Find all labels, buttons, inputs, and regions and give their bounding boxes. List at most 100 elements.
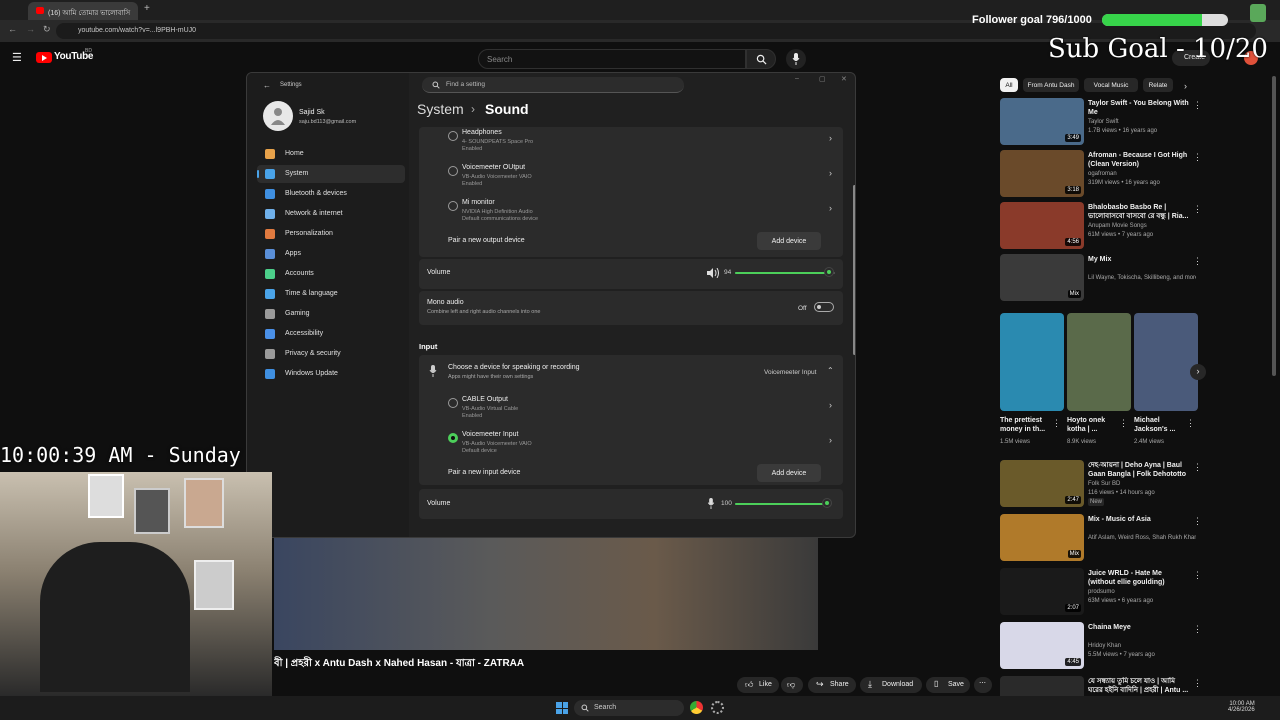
- nav-item-time-language[interactable]: Time & language: [257, 285, 405, 303]
- rec-channel[interactable]: Lil Wayne, Tokischa, Skillibeng, and mor…: [1088, 274, 1196, 282]
- rec-title[interactable]: Juice WRLD - Hate Me (without ellie goul…: [1088, 569, 1190, 587]
- output_devices-radio[interactable]: [448, 201, 458, 211]
- rec-title[interactable]: Afroman - Because I Got High (Clean Vers…: [1088, 151, 1190, 169]
- close-icon[interactable]: ✕: [841, 75, 847, 83]
- nav-item-network-internet[interactable]: Network & internet: [257, 205, 405, 223]
- more-vertical-icon[interactable]: ⋮: [1119, 418, 1128, 429]
- more-vertical-icon[interactable]: ⋮: [1193, 624, 1202, 635]
- more-vertical-icon[interactable]: ⋮: [1052, 418, 1061, 429]
- chevron-right-icon[interactable]: ›: [829, 203, 832, 213]
- more-vertical-icon[interactable]: ⋮: [1193, 204, 1202, 215]
- like-button[interactable]: 👍︎ Like: [737, 677, 779, 693]
- nav-item-accounts[interactable]: Accounts: [257, 265, 405, 283]
- rec-title[interactable]: Bhalobasbo Basbo Re | ভালোবাসবো বাসবো রে…: [1088, 203, 1190, 221]
- rec-channel[interactable]: ogafroman: [1088, 170, 1196, 178]
- chevron-right-icon[interactable]: ›: [829, 168, 832, 178]
- nav-item-apps[interactable]: Apps: [257, 245, 405, 263]
- rec-title[interactable]: My Mix: [1088, 255, 1190, 264]
- nav-item-system[interactable]: System: [257, 165, 405, 183]
- user-avatar[interactable]: [263, 101, 293, 131]
- windows-start-icon[interactable]: [556, 702, 568, 714]
- more-vertical-icon[interactable]: ⋮: [1193, 100, 1202, 111]
- settings-scrollbar[interactable]: [853, 185, 855, 355]
- more-vertical-icon[interactable]: ⋮: [1193, 516, 1202, 527]
- rec-title[interactable]: দেহ-আয়না | Deho Ayna | Baul Gaan Bangla…: [1088, 461, 1190, 479]
- more-vertical-icon[interactable]: ⋮: [1186, 418, 1195, 429]
- chevron-right-icon[interactable]: ›: [829, 435, 832, 445]
- input-current-device[interactable]: Voicemeeter Input: [764, 369, 816, 376]
- more-vertical-icon[interactable]: ⋮: [1193, 678, 1202, 689]
- input_devices-radio[interactable]: [448, 398, 458, 408]
- chevron-up-icon[interactable]: ⌃: [827, 366, 834, 375]
- rec-channel[interactable]: Taylor Swift: [1088, 118, 1196, 126]
- breadcrumb-parent[interactable]: System: [417, 101, 464, 117]
- more-vertical-icon[interactable]: ⋮: [1193, 462, 1202, 473]
- chrome-icon[interactable]: [690, 701, 703, 714]
- more-vertical-icon[interactable]: ⋮: [1193, 256, 1202, 267]
- search-button[interactable]: [746, 49, 776, 69]
- forward-icon[interactable]: →: [26, 24, 35, 34]
- save-button[interactable]: ▯ Save: [926, 677, 970, 693]
- page-scrollbar[interactable]: [1272, 76, 1276, 376]
- dislike-button[interactable]: 👎︎: [781, 677, 803, 693]
- download-button[interactable]: ⤓ Download: [860, 677, 922, 693]
- rec-title[interactable]: Mix - Music of Asia: [1088, 515, 1190, 524]
- chevron-right-icon[interactable]: ›: [829, 133, 832, 143]
- youtube-search-input[interactable]: Search: [478, 49, 746, 69]
- nav-item-windows-update[interactable]: Windows Update: [257, 365, 405, 383]
- add-output-device-button[interactable]: Add device: [757, 232, 821, 250]
- rec-thumbnail[interactable]: 2:47: [1000, 460, 1084, 507]
- shorts-next-icon[interactable]: ›: [1190, 364, 1206, 380]
- rec-thumbnail[interactable]: 4:56: [1000, 202, 1084, 249]
- rec-thumbnail[interactable]: 3:49: [1000, 98, 1084, 145]
- input-volume-thumb[interactable]: [823, 499, 831, 507]
- filter-chip[interactable]: Relate: [1143, 78, 1173, 92]
- settings-gear-icon[interactable]: [711, 701, 724, 714]
- menu-icon[interactable]: ☰: [12, 51, 22, 64]
- input_devices-radio[interactable]: [448, 433, 458, 443]
- minimize-icon[interactable]: –: [795, 75, 799, 82]
- mono-audio-toggle[interactable]: [814, 302, 834, 312]
- more-vertical-icon[interactable]: ⋮: [1193, 152, 1202, 163]
- rec-channel[interactable]: Atif Aslam, Weird Ross, Shah Rukh Khan, …: [1088, 534, 1196, 542]
- video-player[interactable]: [274, 538, 818, 650]
- rec-title[interactable]: যে সন্ধ্যায় তুমি চলে যাও | আমি ঘরের হইন…: [1088, 677, 1190, 695]
- rec-thumbnail[interactable]: 2:07: [1000, 568, 1084, 615]
- rec-channel[interactable]: prodsumo: [1088, 588, 1196, 596]
- rec-thumbnail[interactable]: 3:18: [1000, 150, 1084, 197]
- maximize-icon[interactable]: ▢: [819, 75, 826, 83]
- short-title[interactable]: Hoyto onek kotha | ...: [1067, 416, 1119, 434]
- short-thumbnail[interactable]: [1000, 313, 1064, 411]
- filter-chip[interactable]: From Antu Dash: [1023, 78, 1079, 92]
- find-setting-input[interactable]: Find a setting: [422, 77, 684, 93]
- add-input-device-button[interactable]: Add device: [757, 464, 821, 482]
- short-thumbnail[interactable]: [1134, 313, 1198, 411]
- rec-title[interactable]: Chaina Meye: [1088, 623, 1190, 632]
- filter-chip[interactable]: All: [1000, 78, 1018, 92]
- nav-item-personalization[interactable]: Personalization: [257, 225, 405, 243]
- reload-icon[interactable]: ↻: [43, 24, 51, 35]
- youtube-logo-icon[interactable]: [36, 52, 52, 63]
- nav-item-home[interactable]: Home: [257, 145, 405, 163]
- more-vertical-icon[interactable]: ⋮: [1193, 570, 1202, 581]
- new-tab-icon[interactable]: +: [144, 3, 150, 14]
- settings-back-icon[interactable]: ←: [263, 81, 271, 90]
- nav-item-gaming[interactable]: Gaming: [257, 305, 405, 323]
- short-thumbnail[interactable]: [1067, 313, 1131, 411]
- filter-chip[interactable]: Vocal Music: [1084, 78, 1138, 92]
- short-title[interactable]: The prettiest money in th...: [1000, 416, 1052, 434]
- chips-next-icon[interactable]: ›: [1184, 81, 1187, 91]
- rec-channel[interactable]: Folk Sur BD: [1088, 480, 1196, 488]
- output_devices-radio[interactable]: [448, 131, 458, 141]
- rec-thumbnail[interactable]: Mix: [1000, 254, 1084, 301]
- output_devices-radio[interactable]: [448, 166, 458, 176]
- chevron-right-icon[interactable]: ›: [829, 400, 832, 410]
- rec-thumbnail[interactable]: Mix: [1000, 514, 1084, 561]
- output-volume-thumb[interactable]: [825, 268, 833, 276]
- nav-item-accessibility[interactable]: Accessibility: [257, 325, 405, 343]
- short-title[interactable]: Michael Jackson's ...: [1134, 416, 1186, 434]
- back-icon[interactable]: ←: [8, 24, 17, 34]
- browser-tab[interactable]: (16) আমি তোমার ভালোবাসি: [28, 2, 138, 20]
- rec-channel[interactable]: Hridoy Khan: [1088, 642, 1196, 650]
- rec-thumbnail[interactable]: 4:45: [1000, 622, 1084, 669]
